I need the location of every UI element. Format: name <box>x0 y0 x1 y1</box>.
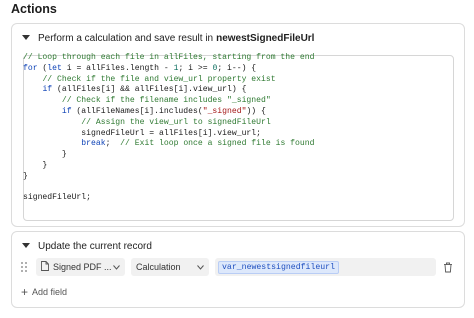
chevron-down-icon[interactable] <box>21 241 31 251</box>
code-token: let <box>47 63 62 73</box>
code-line: break; // Exit loop once a signed file i… <box>23 139 314 150</box>
action-update-title: Update the current record <box>38 240 152 252</box>
code-token: signedFileUrl; <box>23 193 91 203</box>
code-token: } <box>23 150 67 160</box>
code-token: i = allFiles.length - <box>61 63 174 73</box>
code-token: (allFileNames[i].includes( <box>71 106 203 116</box>
plus-icon: + <box>21 284 29 299</box>
code-token: // Check if the file and view_url proper… <box>42 74 276 84</box>
variable-token[interactable]: var_newestsignedfileurl <box>218 260 340 274</box>
code-token: if <box>61 106 72 116</box>
code-line: } <box>23 150 314 161</box>
code-token: } <box>23 171 28 181</box>
code-token: ( <box>37 63 48 73</box>
code-token: // Assign the view_url to signedFileUrl <box>81 117 271 127</box>
code-token: for <box>23 63 38 73</box>
code-line: } <box>23 172 314 183</box>
code-line: for (let i = allFiles.length - 1; i >= 0… <box>23 64 314 75</box>
code-token: if <box>42 85 53 95</box>
field-mapping-row: Signed PDF ... Calculation var_newestsig… <box>19 258 454 276</box>
page-title: Actions <box>11 2 57 16</box>
code-token: ; <box>105 139 121 149</box>
field-select-value: Signed PDF ... <box>53 262 112 272</box>
drag-grip-icon[interactable] <box>19 261 29 273</box>
code-token: )) { <box>246 106 266 116</box>
action-calculation-card: Perform a calculation and save result in… <box>11 23 465 227</box>
document-icon <box>41 261 49 273</box>
trash-icon[interactable] <box>442 261 454 273</box>
code-token: (allFiles[i] && allFiles[i].view_url) { <box>52 85 247 95</box>
action-update-record-card: Update the current record Signed PDF ...… <box>11 231 465 308</box>
code-token: ; i--) { <box>217 63 257 73</box>
code-line: // Check if the file and view_url proper… <box>23 75 314 86</box>
code-line: // Assign the view_url to signedFileUrl <box>23 118 314 129</box>
code-line: signedFileUrl; <box>23 193 314 204</box>
code-line: // Loop through each file in allFiles, s… <box>23 53 314 64</box>
code-token: // Exit loop once a signed file is found <box>120 139 315 149</box>
action-middle-label: and save result in <box>134 32 214 44</box>
code-token: ; i >= <box>178 63 213 73</box>
code-line: if (allFiles[i] && allFiles[i].view_url)… <box>23 85 314 96</box>
code-line: if (allFileNames[i].includes("_signed"))… <box>23 107 314 118</box>
code-token: "_signed" <box>202 106 247 116</box>
code-line: } <box>23 161 314 172</box>
caret-down-icon <box>113 263 120 272</box>
field-select[interactable]: Signed PDF ... <box>36 258 125 276</box>
value-type-select[interactable]: Calculation <box>131 258 209 276</box>
action-update-header[interactable]: Update the current record <box>21 239 152 253</box>
caret-down-icon <box>197 263 204 272</box>
value-input[interactable]: var_newestsignedfileurl <box>215 258 436 276</box>
code-content[interactable]: // Loop through each file in allFiles, s… <box>23 53 314 204</box>
result-variable-name: newestSignedFileUrl <box>216 32 315 44</box>
code-token: break <box>81 139 106 149</box>
code-token: // Loop through each file in allFiles, s… <box>23 53 315 62</box>
action-type-label: Perform a calculation <box>38 32 132 44</box>
action-calculation-header[interactable]: Perform a calculation and save result in… <box>21 31 314 45</box>
code-line: signedFileUrl = allFiles[i].view_url; <box>23 129 314 140</box>
code-token: signedFileUrl = allFiles[i].view_url; <box>23 128 261 138</box>
code-token: } <box>23 160 48 170</box>
chevron-down-icon[interactable] <box>21 33 31 43</box>
add-field-button[interactable]: + Add field <box>21 284 68 299</box>
code-line: // Check if the filename includes "_sign… <box>23 96 314 107</box>
add-field-label: Add field <box>32 287 68 297</box>
value-type-value: Calculation <box>136 262 181 272</box>
code-token: // Check if the filename includes "_sign… <box>61 96 271 106</box>
